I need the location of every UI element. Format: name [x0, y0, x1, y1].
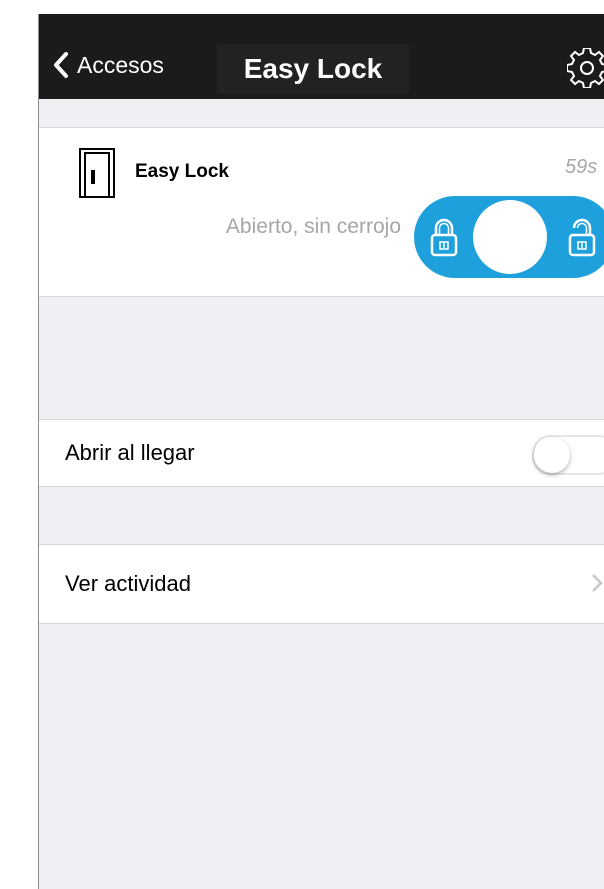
auto-open-switch[interactable] [532, 435, 604, 475]
auto-open-row: Abrir al llegar [39, 419, 604, 487]
door-icon [79, 148, 115, 198]
lock-name: Easy Lock [135, 161, 229, 182]
gear-icon[interactable] [567, 48, 604, 88]
activity-label: Ver actividad [65, 571, 191, 596]
lock-status: Abierto, sin cerrojo [225, 215, 401, 238]
lock-toggle-knob[interactable] [473, 200, 547, 274]
app-screen: Accesos Easy Lock Easy Lock 59s Abierto,… [38, 14, 604, 889]
switch-knob [534, 437, 570, 473]
chevron-right-icon [592, 574, 603, 592]
lock-card: Easy Lock 59s Abierto, sin cerrojo [39, 127, 604, 297]
timer-label: 59s [565, 156, 598, 178]
back-button[interactable]: Accesos [53, 48, 164, 82]
lock-open-icon [568, 218, 596, 257]
navigation-bar: Accesos Easy Lock [39, 14, 604, 99]
title-container: Easy Lock [217, 44, 409, 94]
auto-open-label: Abrir al llegar [65, 440, 195, 465]
activity-row[interactable]: Ver actividad [39, 544, 604, 624]
chevron-left-icon [54, 52, 68, 78]
lock-closed-icon [430, 218, 458, 257]
back-label: Accesos [77, 51, 164, 78]
lock-toggle[interactable] [414, 196, 604, 278]
page-title: Easy Lock [243, 53, 383, 84]
